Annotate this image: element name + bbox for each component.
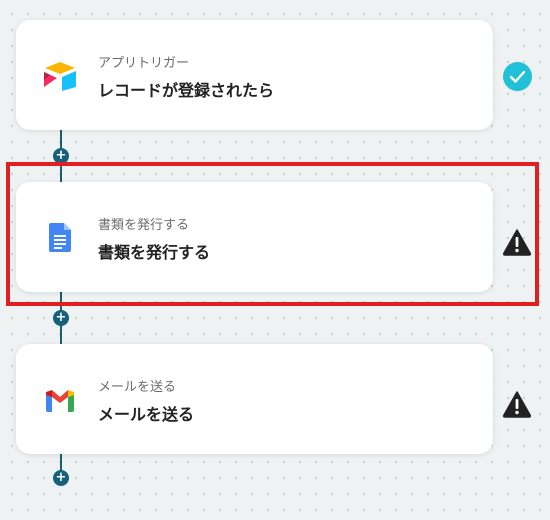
flow-step-card-trigger[interactable]: アプリトリガー レコードが登録されたら: [16, 20, 493, 130]
step-title: レコードが登録されたら: [98, 81, 275, 100]
step-sublabel: アプリトリガー: [98, 56, 190, 71]
checkmark-icon: [503, 62, 532, 91]
step-title: メールを送る: [98, 405, 195, 424]
flow-step-card-email[interactable]: メールを送る メールを送る: [16, 344, 493, 454]
add-step-button[interactable]: +: [53, 470, 69, 486]
add-step-button[interactable]: +: [53, 310, 69, 326]
highlight-frame: [6, 162, 539, 306]
gmail-logo-icon: [44, 387, 76, 413]
warning-icon: [502, 390, 532, 418]
airtable-logo-icon: [42, 60, 78, 92]
step-sublabel: メールを送る: [98, 380, 177, 395]
